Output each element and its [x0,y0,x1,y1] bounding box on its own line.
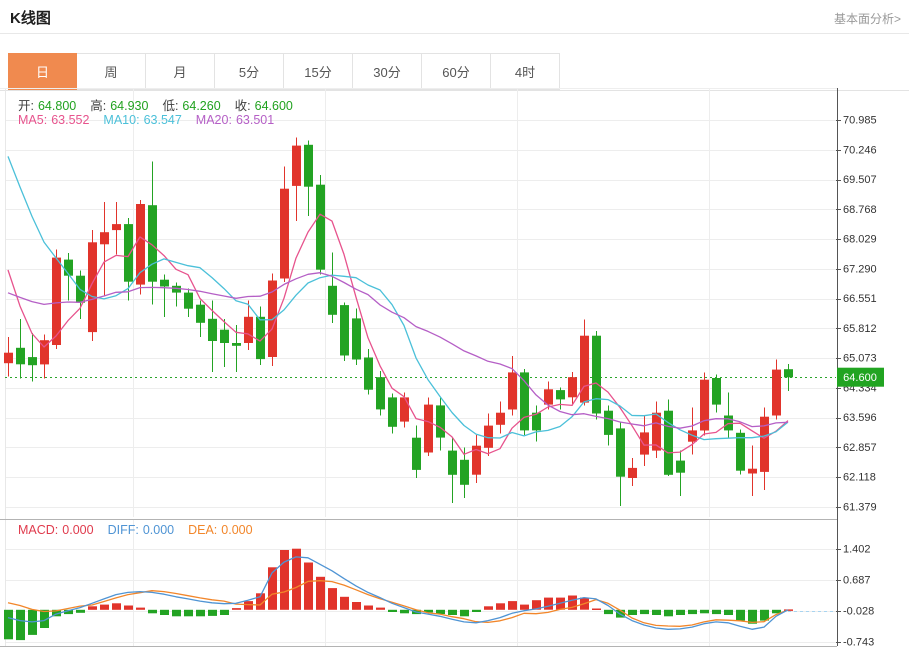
legend-label: MA5: [18,113,48,127]
legend-value: 64.800 [37,99,77,113]
panel-header: K线图 基本面分析> [0,0,909,34]
legend-label: MACD: [18,523,59,537]
ma-legend: MA5: 63.552 MA10: 63.547 MA20: 63.501 [18,113,288,127]
tab-15分[interactable]: 15分 [284,53,353,90]
legend-value: 0.000 [62,523,94,537]
tab-60分[interactable]: 60分 [422,53,491,90]
svg-text:-0.028: -0.028 [843,606,874,618]
svg-text:0.687: 0.687 [843,575,871,587]
legend-value: 63.552 [51,113,90,127]
legend-label: 低: [162,99,179,113]
legend-label: 收: [234,99,251,113]
tab-日[interactable]: 日 [8,53,77,90]
svg-text:65.073: 65.073 [843,353,877,365]
tab-4时[interactable]: 4时 [491,53,560,90]
svg-text:65.812: 65.812 [843,323,877,335]
svg-text:64.334: 64.334 [843,383,877,395]
svg-text:70.246: 70.246 [843,144,877,156]
fundamental-analysis-link[interactable]: 基本面分析> [834,10,901,27]
timeframe-tabs: 日周月 5分 15分 30分 60分 4时 [8,53,560,90]
svg-text:68.768: 68.768 [843,204,877,216]
svg-text:63.596: 63.596 [843,412,877,424]
legend-label: DEA: [188,523,218,537]
page-title: K线图 [10,10,51,27]
macd-legend: MACD: 0.000 DIFF: 0.000 DEA: 0.000 [18,523,267,537]
ohlc-legend: 开: 64.800 高: 64.930 低: 64.260 收: 64.600 [18,95,307,114]
svg-text:70.985: 70.985 [843,115,877,127]
svg-text:66.551: 66.551 [843,293,877,305]
legend-value: 63.501 [235,113,275,127]
svg-text:64.600: 64.600 [843,372,877,384]
legend-label: MA20: [195,113,232,127]
tab-5分[interactable]: 5分 [215,53,284,90]
svg-text:1.402: 1.402 [843,544,871,556]
legend-label: 高: [90,99,107,113]
tab-月[interactable]: 月 [146,53,215,90]
svg-text:69.507: 69.507 [843,174,877,186]
legend-value: 63.547 [143,113,182,127]
legend-label: MA10: [103,113,140,127]
legend-value: 64.260 [182,99,221,113]
kline-panel: K线图 基本面分析> 日周月 5分 15分 30分 60分 4时 70.985 70.246… [0,0,909,648]
svg-text:61.379: 61.379 [843,502,877,514]
legend-value: 0.000 [221,523,253,537]
tab-30分[interactable]: 30分 [353,53,422,90]
svg-text:67.290: 67.290 [843,263,877,275]
legend-label: 开: [18,99,34,113]
svg-text:62.857: 62.857 [843,442,877,454]
tabbar-divider [0,90,909,91]
legend-label: DIFF: [107,523,139,537]
legend-value: 0.000 [142,523,175,537]
svg-text:-0.743: -0.743 [843,637,874,648]
svg-text:68.029: 68.029 [843,234,877,246]
tab-周[interactable]: 周 [77,53,146,90]
svg-text:62.118: 62.118 [843,472,876,484]
legend-value: 64.600 [254,99,293,113]
legend-value: 64.930 [110,99,149,113]
